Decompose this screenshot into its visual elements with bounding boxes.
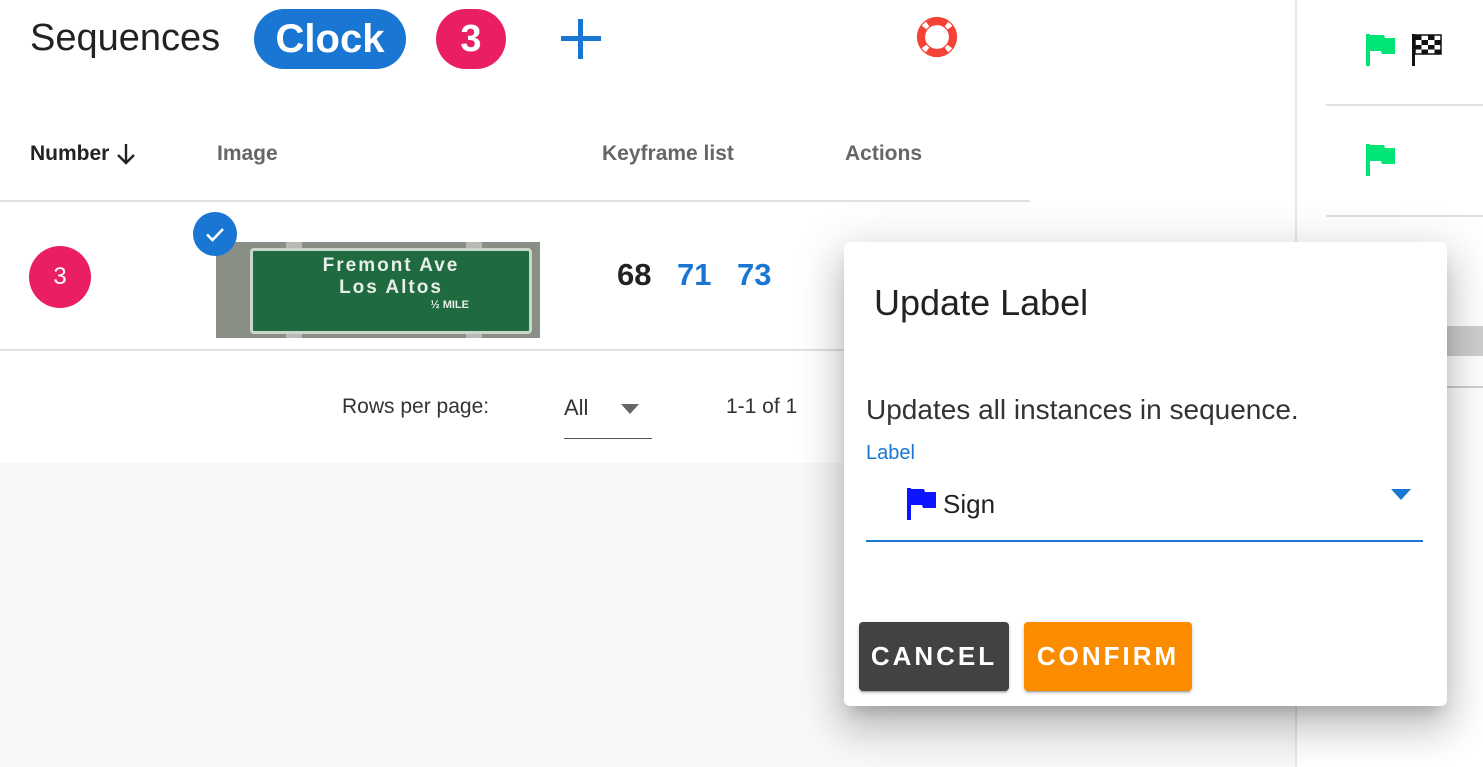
- help-button[interactable]: [916, 16, 958, 58]
- sequence-thumbnail[interactable]: Fremont Ave Los Altos ½ MILE: [216, 242, 540, 338]
- column-header-keyframe-list[interactable]: Keyframe list: [602, 140, 734, 168]
- sign-text-line: Fremont Ave: [322, 255, 460, 276]
- caret-down-icon: [1391, 489, 1411, 500]
- rows-per-page-select[interactable]: All: [564, 390, 652, 439]
- caret-down-icon: [621, 404, 639, 414]
- arrow-down-icon: [117, 144, 136, 165]
- rows-per-page-value: All: [564, 395, 589, 420]
- sequence-number-badge[interactable]: 3: [29, 246, 91, 308]
- checkered-flag-icon: [1412, 34, 1443, 66]
- dialog-title: Update Label: [874, 282, 1089, 323]
- cancel-button[interactable]: CANCEL: [859, 622, 1009, 691]
- pagination-range: 1-1 of 1: [726, 395, 798, 418]
- sign-text-line: ½ MILE: [430, 299, 469, 311]
- blue-flag-icon: [907, 488, 936, 520]
- side-panel-divider: [1447, 386, 1483, 388]
- sign-text-line: Los Altos: [339, 277, 443, 298]
- green-flag-icon: [1366, 34, 1395, 66]
- label-field-label: Label: [866, 442, 915, 464]
- column-header-image[interactable]: Image: [217, 140, 278, 168]
- column-header-actions: Actions: [845, 142, 923, 165]
- selected-checkbox[interactable]: [193, 212, 237, 256]
- add-sequence-button[interactable]: [558, 16, 604, 62]
- label-select-value: Sign: [943, 489, 996, 519]
- update-label-dialog: Update Label Updates all instances in se…: [844, 242, 1447, 706]
- column-header-label: Number: [30, 142, 110, 165]
- plus-icon: [561, 19, 601, 59]
- label-select[interactable]: Sign: [866, 474, 1423, 542]
- side-panel-scrollbar[interactable]: [1447, 326, 1483, 356]
- keyframe-current: 68: [617, 257, 652, 292]
- side-panel-divider: [1326, 215, 1483, 217]
- check-icon: [206, 228, 224, 242]
- side-panel-item[interactable]: [1364, 142, 1398, 183]
- sequence-count-badge: 3: [436, 9, 506, 69]
- lifebuoy-icon: [916, 16, 958, 58]
- keyframe-link[interactable]: 71: [677, 257, 711, 293]
- side-panel-divider: [1326, 104, 1483, 106]
- column-header-number[interactable]: Number: [30, 140, 139, 168]
- keyframe-link[interactable]: 73: [737, 257, 771, 293]
- header-divider: [0, 200, 1030, 202]
- rows-per-page-label: Rows per page:: [342, 395, 490, 418]
- dialog-description: Updates all instances in sequence.: [866, 394, 1299, 425]
- green-flag-icon: [1366, 144, 1395, 176]
- label-chip[interactable]: Clock: [254, 9, 406, 69]
- page-title: Sequences: [30, 17, 221, 59]
- street-sign-image: Fremont Ave Los Altos ½ MILE: [250, 248, 532, 334]
- side-panel-item[interactable]: [1364, 32, 1444, 73]
- confirm-button[interactable]: CONFIRM: [1024, 622, 1192, 691]
